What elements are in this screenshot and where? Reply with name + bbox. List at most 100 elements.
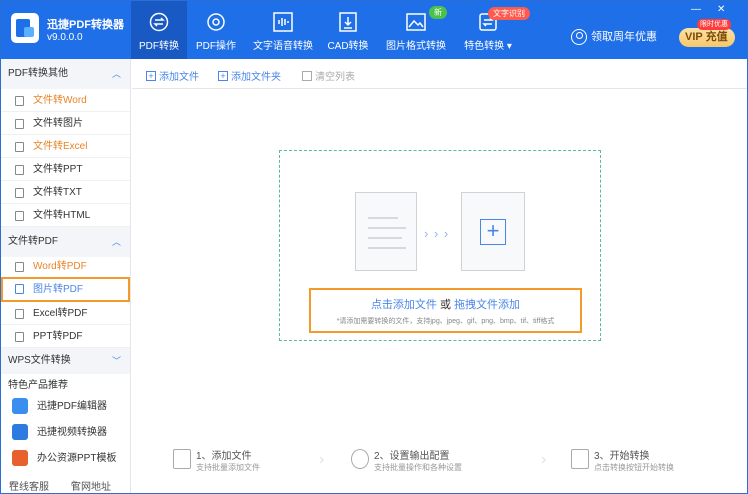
- clear-list-button[interactable]: 清空列表: [302, 68, 355, 83]
- image-icon: [406, 13, 426, 31]
- file-icon: [15, 165, 24, 175]
- chevron-up-icon: ︿: [111, 237, 121, 247]
- chevron-down-icon: ▾: [506, 41, 512, 52]
- add-file-hint: 点击添加文件 或 拖拽文件添加: [311, 296, 580, 312]
- promo-label: 迅捷PDF编辑器: [37, 401, 107, 412]
- step-title: 2、设置输出配置: [374, 451, 450, 462]
- vip-recharge-button[interactable]: VIP 充值: [679, 28, 735, 47]
- section-pdf-convert-other[interactable]: PDF转换其他 ︿: [1, 59, 130, 89]
- sidebar-item-file-to-ppt[interactable]: 文件转PPT: [1, 158, 130, 181]
- sidebar-item-file-to-txt[interactable]: 文件转TXT: [1, 181, 130, 204]
- new-badge: 新: [429, 6, 447, 19]
- add-folder-label: 添加文件夹: [231, 72, 281, 83]
- toolbar: + 添加文件 + 添加文件夹 清空列表: [132, 59, 747, 89]
- promo-video-converter[interactable]: 迅捷视频转换器: [1, 420, 130, 445]
- promo-label: 迅捷视频转换器: [37, 427, 107, 438]
- section-file-to-pdf[interactable]: 文件转PDF ︿: [1, 227, 130, 257]
- sidebar-item-label: 文件转PPT: [33, 164, 83, 175]
- step-desc: 支持批量操作和各种设置: [374, 463, 462, 472]
- sidebar-item-file-to-image[interactable]: 文件转图片: [1, 112, 130, 135]
- sidebar-footer: ▭ 在线客服 ⌂ 官网地址: [1, 476, 130, 493]
- cad-download-icon: [339, 12, 357, 32]
- sidebar-item-file-to-html[interactable]: 文件转HTML: [1, 204, 130, 227]
- sidebar-item-label: 文件转TXT: [33, 187, 82, 198]
- promo-ppt-templates[interactable]: 办公资源PPT模板: [1, 446, 130, 471]
- chevron-right-icon: ›: [541, 451, 547, 468]
- add-file-hint-highlight: 点击添加文件 或 拖拽文件添加 *请添加需要转换的文件，支持jpg、jpeg、g…: [309, 288, 582, 333]
- file-icon: [15, 309, 24, 319]
- file-icon: [15, 262, 24, 272]
- file-icon: [15, 96, 24, 106]
- sidebar-item-image-to-pdf[interactable]: 图片转PDF: [1, 277, 130, 302]
- tab-cad-convert[interactable]: CAD转换: [323, 1, 373, 59]
- tab-label: PDF操作: [196, 41, 236, 52]
- sidebar-item-file-to-excel[interactable]: 文件转Excel: [1, 135, 130, 158]
- promo-title: 特色产品推荐: [8, 380, 68, 391]
- step-title: 1、添加文件: [196, 451, 252, 462]
- sidebar-item-label: 图片转PDF: [33, 284, 83, 295]
- image-file-icon: [15, 284, 24, 294]
- sidebar-item-excel-to-pdf[interactable]: Excel转PDF: [1, 302, 130, 325]
- chevron-down-icon: ﹀: [111, 356, 121, 366]
- ocr-badge[interactable]: 文字识别: [488, 7, 530, 20]
- add-box-icon: +: [461, 192, 525, 271]
- step-desc: 点击转换按钮开始转换: [594, 463, 674, 472]
- sidebar-item-word-to-pdf[interactable]: Word转PDF: [1, 255, 130, 278]
- sidebar-item-label: 文件转Excel: [33, 141, 88, 152]
- sidebar-item-label: 文件转Word: [33, 95, 87, 106]
- supported-formats-hint: *请添加需要转换的文件，支持jpg、jpeg、gif、png、bmp、tif、t…: [336, 318, 555, 325]
- ppt-template-icon: [12, 450, 28, 466]
- tab-label: 图片格式转换: [386, 41, 446, 52]
- app-version: v9.0.0.0: [47, 32, 83, 43]
- image-file-icon: [15, 119, 24, 129]
- file-icon: [15, 211, 24, 221]
- tab-label: 文字语音转换: [253, 41, 313, 52]
- app-logo-icon: [11, 13, 39, 43]
- tab-label: CAD转换: [327, 41, 369, 52]
- promo-label: 办公资源PPT模板: [37, 453, 117, 464]
- section-wps-convert[interactable]: WPS文件转换 ﹀: [1, 348, 130, 374]
- clear-list-label: 清空列表: [315, 72, 355, 83]
- top-bar: 迅捷PDF转换器 v9.0.0.0 PDF转换 PDF操作 文字语音转换 CAD…: [1, 1, 747, 59]
- video-converter-icon: [12, 424, 28, 440]
- pdf-editor-icon: [12, 398, 28, 414]
- or-text: 或: [436, 299, 455, 311]
- add-folder-button[interactable]: + 添加文件夹: [218, 68, 281, 83]
- sidebar: PDF转换其他 ︿ 文件转Word 文件转图片 文件转Excel 文件转PPT …: [1, 59, 131, 493]
- promo-pdf-editor[interactable]: 迅捷PDF编辑器: [1, 394, 130, 419]
- add-folder-icon: +: [218, 71, 228, 82]
- arrow-right-icon: › › ›: [424, 226, 450, 241]
- tab-label: PDF转换: [139, 41, 179, 52]
- minimize-icon[interactable]: —: [691, 4, 701, 15]
- website-label: 官网地址: [71, 482, 111, 493]
- app-window: 迅捷PDF转换器 v9.0.0.0 PDF转换 PDF操作 文字语音转换 CAD…: [0, 0, 748, 494]
- sidebar-item-ppt-to-pdf[interactable]: PPT转PDF: [1, 325, 130, 348]
- add-file-button[interactable]: + 添加文件: [146, 68, 199, 83]
- tab-pdf-operations[interactable]: PDF操作: [189, 1, 243, 59]
- step-desc: 支持批量添加文件: [196, 463, 260, 472]
- sidebar-item-file-to-word[interactable]: 文件转Word: [1, 89, 130, 112]
- document-icon: [355, 192, 417, 271]
- click-add-file-link[interactable]: 点击添加文件: [371, 299, 437, 311]
- tab-pdf-convert[interactable]: PDF转换: [131, 1, 187, 59]
- section-title: 文件转PDF: [8, 236, 58, 247]
- close-icon[interactable]: ✕: [717, 4, 725, 15]
- sidebar-item-label: PPT转PDF: [33, 331, 83, 342]
- drag-add-file-link[interactable]: 拖拽文件添加: [454, 299, 520, 311]
- support-label: 在线客服: [9, 482, 49, 493]
- step-title: 3、开始转换: [594, 451, 650, 462]
- sidebar-item-label: 文件转HTML: [33, 210, 91, 221]
- anniversary-label: 领取周年优惠: [591, 31, 657, 43]
- app-name: 迅捷PDF转换器: [47, 19, 124, 31]
- limited-offer-badge: 限时优惠: [697, 19, 731, 30]
- file-icon: [15, 142, 24, 152]
- sidebar-item-label: Word转PDF: [33, 261, 87, 272]
- chevron-right-icon: ›: [319, 451, 325, 468]
- add-file-icon: +: [146, 71, 156, 82]
- file-icon: [15, 332, 24, 342]
- file-icon: [15, 188, 24, 198]
- tab-text-speech[interactable]: 文字语音转换: [251, 1, 315, 59]
- section-title: WPS文件转换: [8, 355, 71, 366]
- anniversary-offer-button[interactable]: 领取周年优惠: [571, 28, 657, 46]
- sidebar-item-label: 文件转图片: [33, 118, 83, 129]
